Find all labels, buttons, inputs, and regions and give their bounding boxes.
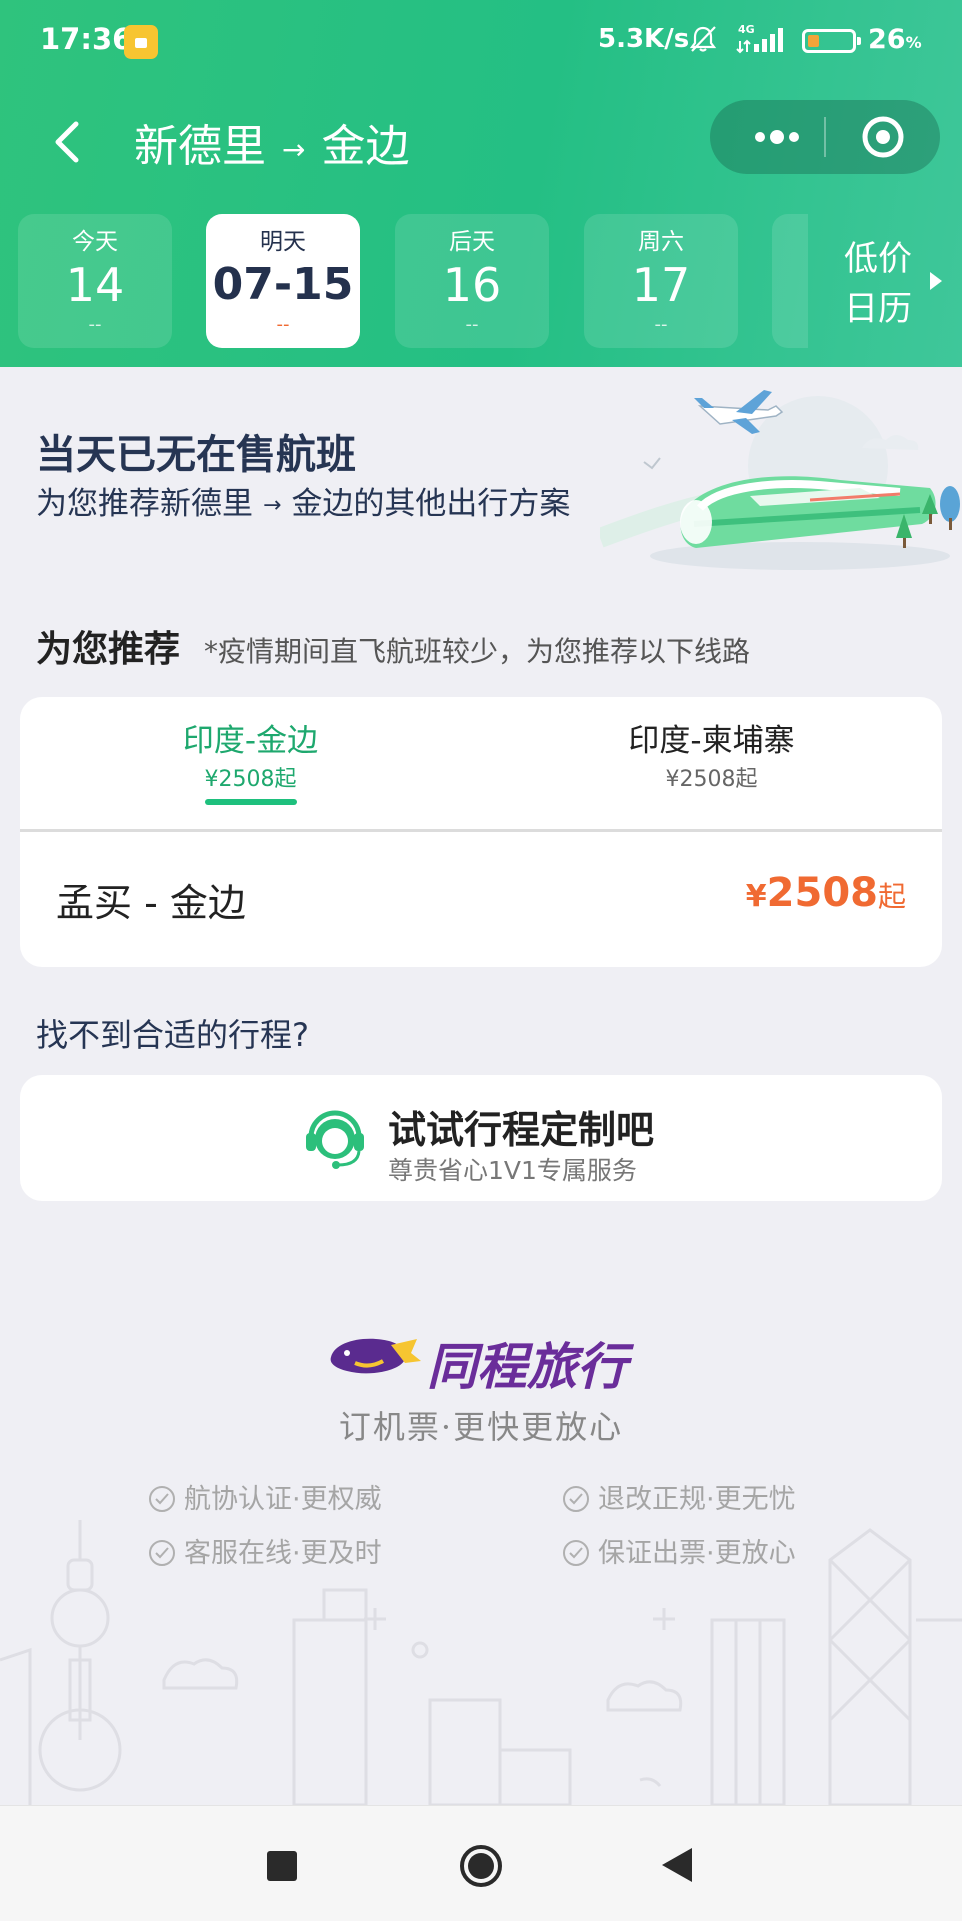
brand-logo: 同程旅行 <box>325 1325 655 1396</box>
check-circle-icon <box>149 1486 175 1512</box>
route-destination: 金边 <box>321 121 410 172</box>
date-tab-today[interactable]: 今天 14 -- <box>18 214 172 348</box>
signal-icon <box>736 28 783 54</box>
date-tab-saturday[interactable]: 周六 17 -- <box>584 214 738 348</box>
battery-icon <box>802 29 861 53</box>
low-price-calendar-button[interactable]: 低价日历 <box>808 214 962 348</box>
plane-train-illustration <box>600 390 960 570</box>
battery-level <box>808 35 819 47</box>
header: 17:36 5.3K/s 4G 26% 新德里 → 金边 今天 14 -- 明天… <box>0 0 962 367</box>
custom-trip-card[interactable]: 试试行程定制吧 尊贵省心1V1专属服务 <box>20 1075 942 1201</box>
feature-item: 保证出票·更放心 <box>562 1531 796 1570</box>
page-title: 新德里 → 金边 <box>134 110 409 174</box>
back-triangle-icon[interactable] <box>660 1846 694 1884</box>
route-tab-india-cambodia[interactable]: 印度-柬埔寨 ¥2508起 <box>481 721 942 795</box>
back-arrow-icon[interactable] <box>44 112 94 172</box>
system-navigation-bar <box>0 1805 962 1921</box>
recommend-title: 为您推荐 <box>36 629 181 670</box>
capsule-divider <box>824 117 826 157</box>
route-tab-price: ¥2508起 <box>204 767 297 792</box>
lock-notification-icon <box>124 25 158 59</box>
target-icon[interactable] <box>860 114 906 160</box>
network-speed: 5.3K/s <box>598 24 690 54</box>
date-tab-price: -- <box>654 314 668 335</box>
route-card: 印度-金边 ¥2508起 印度-柬埔寨 ¥2508起 孟买 - 金边 ¥2508… <box>20 697 942 967</box>
feature-item: 航协认证·更权威 <box>148 1477 382 1516</box>
route-tab-name: 印度-柬埔寨 <box>628 723 795 759</box>
date-tab-date: 14 <box>65 258 125 312</box>
customer-service-icon <box>306 1110 364 1169</box>
battery-percent: 26% <box>868 24 922 55</box>
brand-name: 同程旅行 <box>427 1338 627 1396</box>
route-row-price: ¥2508起 <box>745 870 906 916</box>
cant-find-question: 找不到合适的行程? <box>36 1016 309 1054</box>
route-row-name: 孟买 - 金边 <box>56 881 246 925</box>
check-circle-icon <box>563 1486 589 1512</box>
date-tab-price: -- <box>88 314 102 335</box>
bell-off-icon <box>689 26 717 52</box>
more-dots-icon[interactable] <box>738 100 828 174</box>
status-time: 17:36 <box>40 22 133 56</box>
route-tab-name: 印度-金边 <box>182 723 319 759</box>
route-row-mumbai-phnompenh[interactable]: 孟买 - 金边 ¥2508起 <box>20 832 942 967</box>
city-skyline-illustration <box>0 1520 962 1805</box>
feature-item: 退改正规·更无忧 <box>562 1477 796 1516</box>
date-tab-partial[interactable] <box>772 214 808 348</box>
date-tab-price: -- <box>276 314 290 335</box>
home-icon[interactable] <box>459 1844 503 1888</box>
date-tab-price: -- <box>465 314 479 335</box>
date-tab-tomorrow[interactable]: 明天 07-15 -- <box>206 214 360 348</box>
feature-item: 客服在线·更及时 <box>148 1531 382 1570</box>
date-tab-label: 明天 <box>260 229 306 255</box>
date-tab-day-after[interactable]: 后天 16 -- <box>395 214 549 348</box>
check-circle-icon <box>149 1540 175 1566</box>
custom-trip-title: 试试行程定制吧 <box>388 1108 655 1152</box>
date-tab-label: 周六 <box>638 229 684 255</box>
airship-logo-icon <box>330 1338 421 1374</box>
caret-right-icon <box>930 272 942 290</box>
route-tab-india-phnompenh[interactable]: 印度-金边 ¥2508起 <box>20 721 481 805</box>
low-price-calendar-label: 低价日历 <box>844 239 912 329</box>
check-circle-icon <box>563 1540 589 1566</box>
recent-apps-icon[interactable] <box>267 1851 297 1881</box>
route-origin: 新德里 <box>134 121 266 172</box>
route-arrow: → <box>282 132 306 166</box>
empty-state-subtitle: 为您推荐新德里 → 金边的其他出行方案 <box>36 486 571 522</box>
active-tab-indicator <box>204 799 297 805</box>
date-tab-label: 后天 <box>449 229 495 255</box>
date-tab-date: 07-15 <box>212 259 354 310</box>
custom-trip-subtitle: 尊贵省心1V1专属服务 <box>388 1156 637 1185</box>
miniprogram-capsule <box>710 100 940 174</box>
date-tab-label: 今天 <box>72 229 118 255</box>
empty-state-title: 当天已无在售航班 <box>36 432 356 478</box>
date-tab-date: 16 <box>442 258 502 312</box>
recommend-note: *疫情期间直飞航班较少，为您推荐以下线路 <box>204 635 751 668</box>
status-bar: 17:36 5.3K/s 4G 26% <box>0 0 962 84</box>
brand-slogan: 订机票·更快更放心 <box>338 1408 624 1446</box>
route-tab-price: ¥2508起 <box>665 767 758 792</box>
date-tab-date: 17 <box>631 258 691 312</box>
